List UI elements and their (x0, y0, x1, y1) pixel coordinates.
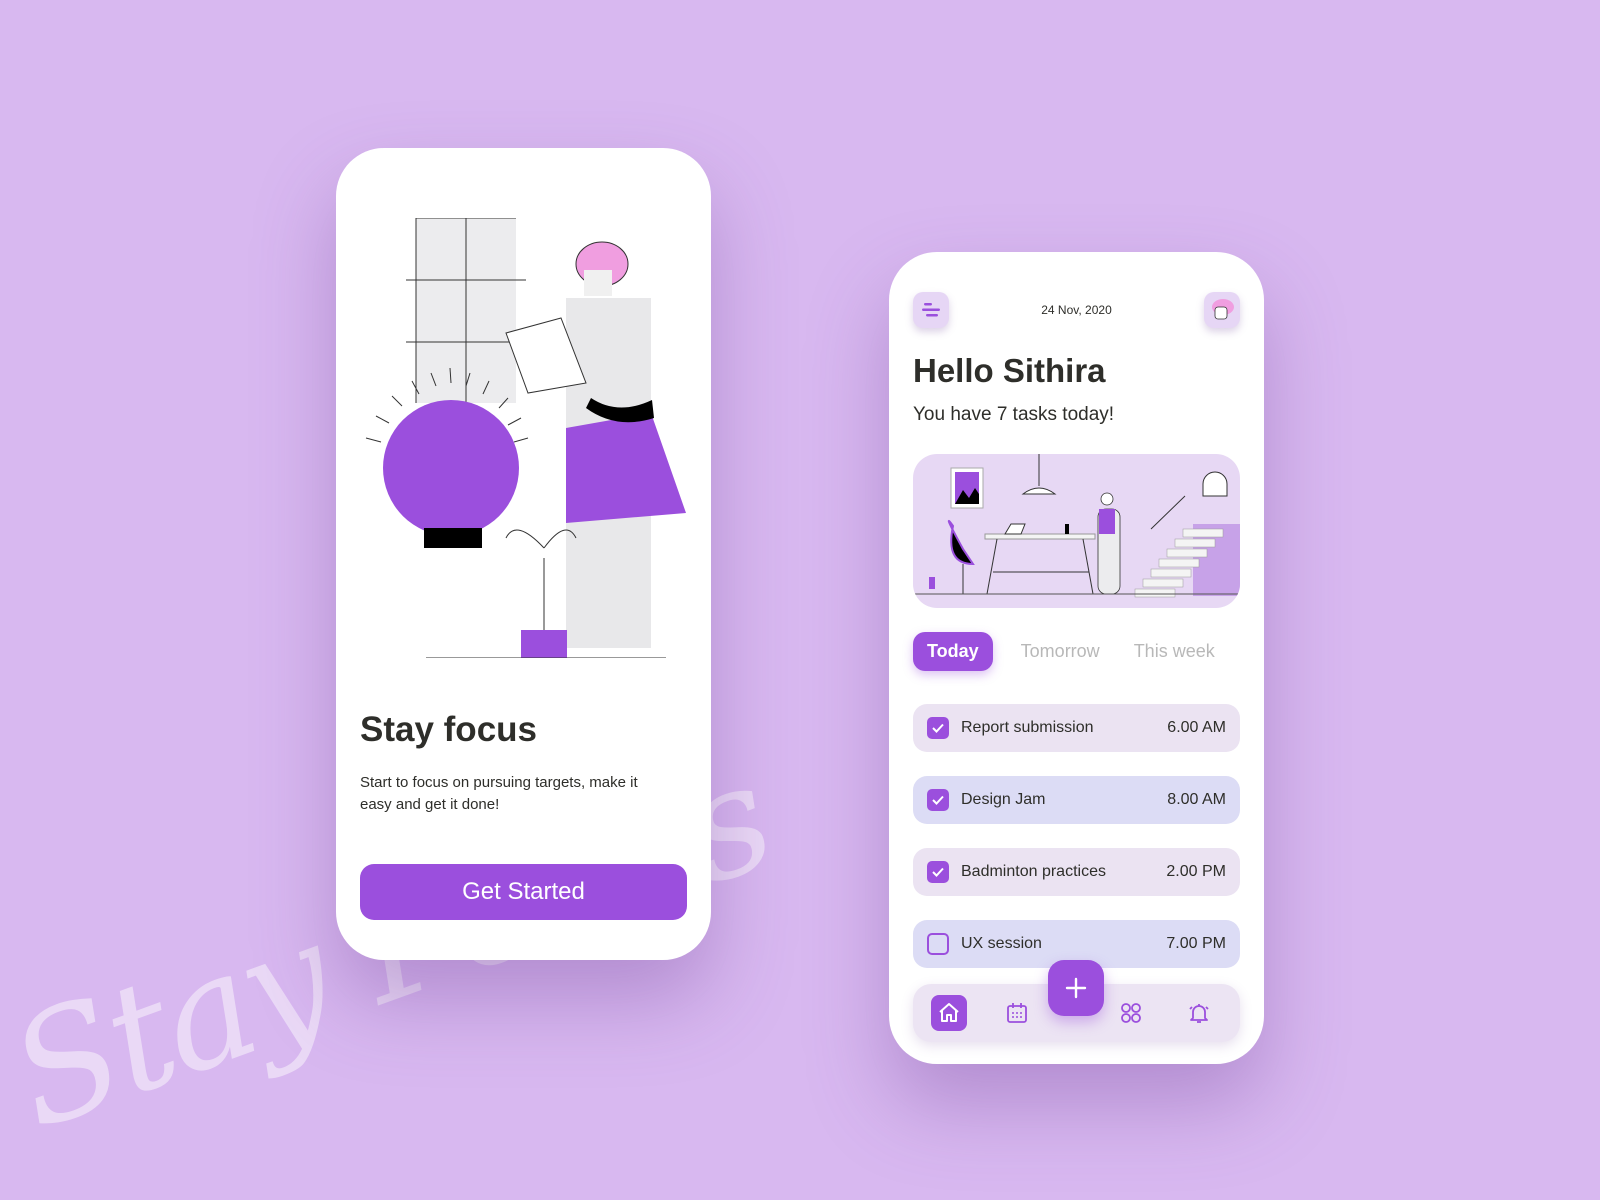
add-task-button[interactable] (1048, 960, 1104, 1016)
task-name: UX session (961, 935, 1042, 952)
task-count-subtitle: You have 7 tasks today! (913, 404, 1115, 425)
grid-icon (1121, 1003, 1141, 1023)
office-stairs-illustration (913, 454, 1240, 608)
plant-pot (521, 630, 567, 658)
task-time: 8.00 AM (1167, 791, 1226, 808)
home-screen: 24 Nov, 2020 Hello Sithira You have 7 ta… (889, 252, 1264, 1064)
onboarding-screen: Stay focus Start to focus on pursuing ta… (336, 148, 711, 960)
task-item[interactable]: Badminton practices 2.00 PM (913, 848, 1240, 896)
bell-icon (1189, 1004, 1209, 1023)
person-with-lightbulb-illustration (365, 218, 686, 658)
date-tabs: Today Tomorrow This week (913, 632, 1249, 671)
tab-tomorrow[interactable]: Tomorrow (1021, 641, 1100, 662)
avatar-button[interactable] (1204, 292, 1240, 328)
nav-home[interactable] (931, 995, 967, 1031)
tab-this-week[interactable]: This week (1134, 641, 1215, 662)
onboarding-title: Stay focus (360, 710, 537, 749)
home-icon (939, 1003, 959, 1022)
task-time: 7.00 PM (1166, 935, 1226, 952)
greeting-title: Hello Sithira (913, 352, 1106, 389)
task-name: Design Jam (961, 791, 1046, 808)
tab-today[interactable]: Today (913, 632, 993, 671)
add-icon (1065, 977, 1087, 999)
task-checkbox-checked[interactable] (927, 861, 949, 883)
task-checkbox-checked[interactable] (927, 717, 949, 739)
nav-calendar[interactable] (999, 995, 1035, 1031)
check-icon (932, 867, 944, 877)
get-started-button[interactable]: Get Started (360, 864, 687, 920)
task-item[interactable]: Report submission 6.00 AM (913, 704, 1240, 752)
check-icon (932, 723, 944, 733)
task-checkbox-unchecked[interactable] (927, 933, 949, 955)
task-name: Report submission (961, 719, 1094, 736)
avatar-icon (1212, 299, 1234, 320)
onboarding-description: Start to focus on pursuing targets, make… (360, 774, 638, 813)
nav-grid[interactable] (1113, 995, 1149, 1031)
task-time: 2.00 PM (1166, 863, 1226, 880)
nav-notifications[interactable] (1181, 995, 1217, 1031)
task-name: Badminton practices (961, 863, 1106, 880)
task-checkbox-checked[interactable] (927, 789, 949, 811)
task-item[interactable]: Design Jam 8.00 AM (913, 776, 1240, 824)
calendar-icon (1007, 1003, 1027, 1023)
task-time: 6.00 AM (1167, 719, 1226, 736)
check-icon (932, 795, 944, 805)
